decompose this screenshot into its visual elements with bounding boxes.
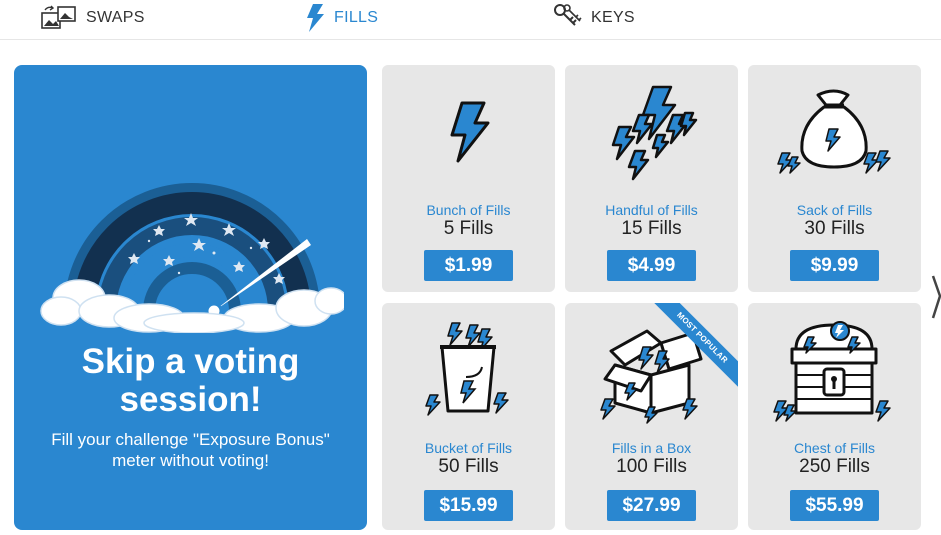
product-name: Handful of Fills [605,202,698,218]
bucket-icon [425,322,509,416]
promo-title: Skip a voting session! [14,343,367,419]
tab-label: FILLS [334,9,379,26]
tab-keys[interactable]: KEYS [553,0,635,36]
product-quantity: 100 Fills [616,456,687,477]
product-card-bucket[interactable]: Bucket of Fills 50 Fills $15.99 [382,303,555,530]
product-name: Chest of Fills [794,440,875,456]
store-tabs: SWAPS FILLS KEYS [0,0,941,40]
promo-subtitle-line: Fill your challenge "Exposure Bonus" [51,430,330,449]
exposure-meter-illustration [40,183,344,333]
buy-button[interactable]: $15.99 [424,490,513,521]
swaps-icon [40,4,78,32]
tab-label: SWAPS [86,9,145,26]
product-card-sack[interactable]: Sack of Fills 30 Fills $9.99 [748,65,921,292]
tab-label: KEYS [591,9,635,26]
product-quantity: 50 Fills [438,456,499,477]
product-card-bunch[interactable]: Bunch of Fills 5 Fills $1.99 [382,65,555,292]
promo-title-line: Skip a voting [81,342,300,381]
buy-button[interactable]: $1.99 [424,250,513,281]
product-name: Fills in a Box [611,440,692,456]
chest-icon [773,321,891,422]
product-quantity: 15 Fills [621,218,682,239]
product-card-handful[interactable]: Handful of Fills 15 Fills $4.99 [565,65,738,292]
skip-voting-promo: Skip a voting session! Fill your challen… [14,65,367,530]
product-card-box[interactable]: MOST POPULAR Fills in a Box 100 Fills $2… [565,303,738,530]
keys-icon [553,3,583,33]
single-bolt-icon [450,101,490,163]
product-card-chest[interactable]: Chest of Fills 250 Fills $55.99 [748,303,921,530]
tab-swaps[interactable]: SWAPS [40,0,145,36]
lightning-icon [304,3,326,33]
tab-fills[interactable]: FILLS [304,0,378,36]
product-quantity: 5 Fills [443,218,494,239]
buy-button[interactable]: $4.99 [607,250,696,281]
buy-button[interactable]: $27.99 [607,490,696,521]
promo-subtitle: Fill your challenge "Exposure Bonus" met… [34,429,347,471]
box-icon [600,329,703,424]
buy-button[interactable]: $9.99 [790,250,879,281]
sack-icon [777,89,891,174]
product-name: Bucket of Fills [424,440,513,456]
promo-subtitle-line: meter without voting! [112,451,269,470]
product-name: Bunch of Fills [426,202,511,218]
chevron-right-icon[interactable] [931,272,941,322]
buy-button[interactable]: $55.99 [790,490,879,521]
product-quantity: 30 Fills [804,218,865,239]
promo-title-line: session! [119,380,262,419]
product-quantity: 250 Fills [799,456,870,477]
many-bolts-icon [611,85,698,181]
product-name: Sack of Fills [796,202,873,218]
